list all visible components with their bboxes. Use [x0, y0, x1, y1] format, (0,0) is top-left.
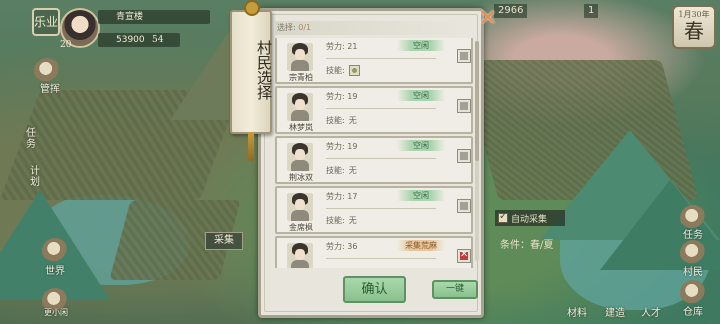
bottom-menu-label[interactable]: 建造	[600, 304, 630, 319]
villager-select-checkbox[interactable]	[458, 150, 470, 162]
skill-label: 技能:	[326, 66, 345, 75]
villager-status-badge: 空闲	[397, 190, 445, 201]
villager-labor: 劳力: 19	[326, 92, 358, 101]
banner-knot	[244, 0, 260, 16]
card-divider	[326, 108, 436, 109]
villager-skill: 技能: 无	[326, 215, 357, 226]
card-divider	[326, 58, 436, 59]
auto-collect-checkbox[interactable]	[498, 211, 508, 223]
left-badge[interactable]: 乐业	[32, 8, 60, 36]
dialog-title: 村民选择	[255, 40, 273, 100]
skill-value: 无	[348, 166, 357, 175]
card-divider	[326, 258, 436, 259]
auto-collect-toggle[interactable]: 自动采集	[495, 210, 565, 226]
villager-status-badge: 空闲	[397, 90, 445, 101]
villager-select-checkbox[interactable]	[458, 100, 470, 112]
villager-portrait	[287, 143, 313, 171]
villager-portrait	[287, 193, 313, 221]
left-menu-label[interactable]: 更小闲	[36, 307, 76, 318]
villager-skill: 技能: 无	[326, 115, 357, 126]
season-badge[interactable]: 1月30年 春	[672, 5, 716, 49]
card-divider	[326, 158, 436, 159]
money-bar: 53900	[98, 33, 180, 47]
villager-labor: 劳力: 17	[326, 192, 358, 201]
title-banner: 村民选择	[230, 0, 273, 134]
left-menu-label[interactable]: 世界	[40, 262, 70, 277]
season-name: 春	[684, 19, 704, 43]
dots-count: 54	[152, 35, 164, 45]
villager-select-checkbox[interactable]	[458, 200, 470, 212]
money-value: 53900	[116, 35, 145, 45]
close-icon[interactable]: ✕	[477, 8, 499, 31]
player-name: 青宣楼	[116, 12, 144, 22]
right-menu-label[interactable]: 仓库	[676, 303, 710, 318]
left-menu-label[interactable]: 任务	[24, 128, 38, 150]
skill-icon	[348, 65, 360, 76]
scrollbar-thumb[interactable]	[475, 41, 479, 161]
bottom-menu-label[interactable]: 人才	[636, 304, 666, 319]
villager-labor: 劳力: 21	[326, 42, 358, 51]
villager-labor: 劳力: 36	[326, 242, 358, 251]
left-menu-label[interactable]: 管挥	[36, 80, 64, 95]
world-icon[interactable]	[42, 238, 68, 264]
selection-label: 选择:	[277, 23, 296, 32]
right-menu-label[interactable]: 村民	[676, 263, 710, 278]
villager-labor: 劳力: 19	[326, 142, 358, 151]
condition-text: 条件：春/夏	[500, 240, 554, 251]
villager-card[interactable]: 金席枫 劳力: 17 空闲技能: 无	[275, 186, 473, 234]
villager-skill: 技能:	[326, 65, 364, 76]
villager-list-scrollbar[interactable]	[475, 41, 479, 261]
top-counter: 2966	[494, 4, 528, 18]
villager-skill: 技能: 无	[326, 165, 357, 176]
skill-label: 技能:	[326, 216, 345, 225]
villager-portrait	[287, 93, 313, 121]
villager-card[interactable]: 荆冰双 劳力: 19 空闲技能: 无	[275, 136, 473, 184]
villager-status-badge: 空闲	[397, 40, 445, 51]
villager-select-checkbox[interactable]	[458, 50, 470, 62]
skill-label: 技能:	[326, 166, 345, 175]
villager-name: 林梦岚	[289, 123, 313, 132]
one-key-button[interactable]: 一键	[432, 280, 478, 299]
villager-select-dialog: 选择: 0/1 宗青柏 劳力: 21 空闲 技能: 林梦岚 劳力: 19 空闲 技能: 无荆冰双…	[258, 8, 484, 318]
villager-portrait	[287, 43, 313, 71]
selection-count: 0/1	[298, 23, 312, 32]
villager-portrait	[287, 243, 313, 268]
left-menu-label[interactable]: 计划	[28, 166, 42, 188]
confirm-button[interactable]: 确认	[343, 276, 406, 303]
selection-header: 选择: 0/1	[275, 21, 465, 35]
villager-select-checkbox[interactable]	[458, 249, 470, 262]
skill-label: 技能:	[326, 116, 345, 125]
banner-tassel	[248, 132, 254, 162]
villager-card[interactable]: 劳力: 36 采集荒麻	[275, 236, 473, 268]
skill-value: 无	[348, 216, 357, 225]
villager-name: 宗青柏	[289, 73, 313, 82]
auto-collect-label: 自动采集	[511, 214, 548, 225]
villager-list[interactable]: 宗青柏 劳力: 21 空闲 技能: 林梦岚 劳力: 19 空闲 技能: 无荆冰双 劳力: 19 空闲…	[275, 38, 483, 268]
villager-card[interactable]: 宗青柏 劳力: 21 空闲技能:	[275, 38, 473, 84]
skill-value: 无	[348, 116, 357, 125]
right-menu-label[interactable]: 任务	[676, 226, 710, 241]
bottom-menu-label[interactable]: 材料	[562, 304, 592, 319]
player-level: 20	[60, 40, 72, 50]
top-counter-2: 1	[584, 4, 599, 18]
villager-name: 荆冰双	[289, 173, 313, 182]
field-tag[interactable]: 采集	[205, 232, 243, 250]
villager-name: 金席枫	[289, 223, 313, 232]
villager-card[interactable]: 林梦岚 劳力: 19 空闲技能: 无	[275, 86, 473, 134]
card-divider	[326, 208, 436, 209]
player-name-bar: 青宣楼	[98, 10, 210, 24]
villager-status-badge: 空闲	[397, 140, 445, 151]
villager-status-badge: 采集荒麻	[397, 240, 445, 251]
